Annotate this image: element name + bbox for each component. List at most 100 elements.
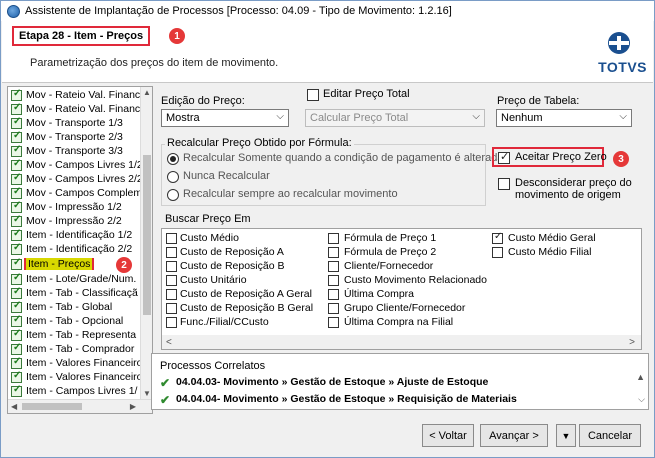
buscar-checkbox[interactable] (328, 261, 339, 272)
scroll-thumb[interactable] (143, 155, 151, 315)
check-icon (11, 117, 22, 129)
tree-horizontal-scrollbar[interactable]: ◀ ▶ (8, 399, 152, 413)
check-icon (11, 243, 22, 255)
related-item[interactable]: ✔ 04.04.03 - Movimento » Gestão de Estoq… (160, 376, 488, 390)
scroll-left-icon[interactable]: ◀ (11, 402, 17, 411)
scroll-thumb[interactable] (22, 403, 82, 410)
buscar-item-label: Cliente/Fornecedor (344, 260, 434, 272)
tree-item[interactable]: Item - Valores Financeiro (11, 357, 141, 369)
buscar-checkbox[interactable] (166, 275, 177, 286)
radio-recalcular-sempre-label: Recalcular sempre ao recalcular moviment… (183, 188, 398, 200)
cancel-button[interactable]: Cancelar (579, 424, 641, 447)
check-icon (11, 329, 22, 341)
tree-item[interactable]: Mov - Rateio Val. Financ (11, 103, 141, 115)
buscar-checkbox[interactable] (166, 261, 177, 272)
buscar-item-label: Última Compra (344, 288, 415, 300)
desconsiderar-checkbox[interactable] (498, 178, 510, 190)
buscar-item-label: Custo Movimento Relacionado (344, 274, 487, 286)
editar-total-checkbox[interactable] (307, 89, 319, 101)
buscar-checkbox[interactable] (166, 247, 177, 258)
tree-item[interactable]: Item - Lote/Grade/Num. (11, 273, 141, 285)
tree-item[interactable]: Item - Campos Livres 1/ (11, 385, 141, 397)
tree-item[interactable]: Mov - Transporte 1/3 (11, 117, 141, 129)
tree-item[interactable]: Item - Valores Financeiro (11, 371, 141, 383)
check-icon (11, 89, 22, 101)
aceitar-preco-zero-checkbox[interactable] (498, 150, 510, 164)
buscar-checkbox[interactable] (328, 317, 339, 328)
buscar-checkbox[interactable] (328, 275, 339, 286)
chevron-down-icon: ⌵ (619, 111, 627, 122)
editar-total-label: Editar Preço Total (323, 88, 410, 100)
scroll-up-icon[interactable]: ▲ (636, 372, 645, 382)
tree-item[interactable]: Item - Identificação 1/2 (11, 229, 141, 241)
next-button[interactable]: Avançar > (480, 424, 548, 447)
buscar-checkbox[interactable] (328, 233, 339, 244)
radio-recalcular-condicao[interactable] (167, 153, 179, 165)
options-dropdown-button[interactable]: ▼ (556, 424, 576, 447)
tree-item[interactable]: Mov - Rateio Val. Financ (11, 89, 141, 101)
edicao-label: Edição do Preço: (161, 95, 245, 107)
buscar-checkbox[interactable] (166, 317, 177, 328)
check-icon (11, 173, 22, 185)
radio-nunca-recalcular[interactable] (167, 171, 179, 183)
check-icon (11, 201, 22, 213)
tree-item[interactable]: Mov - Impressão 1/2 (11, 201, 141, 213)
check-icon (11, 273, 22, 285)
buscar-horizontal-scrollbar[interactable]: < > (162, 335, 641, 349)
buscar-item-label: Custo de Reposição B (180, 260, 285, 272)
step-subtitle: Parametrização dos preços do item de mov… (30, 57, 279, 69)
tree-item[interactable]: Mov - Impressão 2/2 (11, 215, 141, 227)
tree-item[interactable]: Mov - Transporte 3/3 (11, 145, 141, 157)
scroll-right-icon[interactable]: ▶ (130, 402, 136, 411)
related-item[interactable]: ✔ 04.04.04 - Movimento » Gestão de Estoq… (160, 393, 517, 407)
buscar-item-label: Custo Unitário (180, 274, 247, 286)
edicao-select[interactable]: Mostra ⌵ (161, 109, 289, 127)
tree-item[interactable]: Mov - Campos Compleme (11, 187, 141, 199)
buscar-checkbox[interactable] (492, 247, 503, 258)
preco-tabela-select[interactable]: Nenhum ⌵ (496, 109, 632, 127)
buscar-item-label: Func./Filial/CCusto (180, 316, 269, 328)
tree-item[interactable]: Mov - Campos Livres 2/2 (11, 173, 141, 185)
tree-item[interactable]: Mov - Transporte 2/3 (11, 131, 141, 143)
buscar-preco-list: Custo Médio Custo de Reposição A Custo d… (161, 228, 642, 350)
buscar-item-label: Custo de Reposição A (180, 246, 284, 258)
radio-nunca-recalcular-label: Nunca Recalcular (183, 170, 270, 182)
tree-item[interactable]: Mov - Campos Livres 1/2 (11, 159, 141, 171)
radio-recalcular-sempre[interactable] (167, 189, 179, 201)
buscar-checkbox-checked[interactable] (492, 231, 503, 244)
buscar-item-label: Fórmula de Preço 1 (344, 232, 437, 244)
buscar-checkbox[interactable] (166, 289, 177, 300)
buscar-checkbox[interactable] (328, 247, 339, 258)
tree-item[interactable]: Item - Tab - Opcional (11, 315, 141, 327)
back-button[interactable]: < Voltar (422, 424, 474, 447)
tree-item[interactable]: Item - Tab - Comprador (11, 343, 141, 355)
buscar-checkbox[interactable] (328, 303, 339, 314)
checkmark-icon: ✔ (160, 393, 171, 407)
radio-recalcular-condicao-label: Recalcular Somente quando a condição de … (183, 152, 504, 164)
recalcular-group-title: Recalcular Preço Obtido por Fórmula: (165, 137, 354, 149)
scroll-down-icon[interactable]: ⌵ (638, 394, 645, 405)
tree-item[interactable]: Item - Identificação 2/2 (11, 243, 141, 255)
check-icon (11, 258, 22, 270)
check-icon (11, 103, 22, 115)
scroll-up-icon[interactable]: ▲ (143, 88, 151, 97)
totvs-logo-text: TOTVS (598, 59, 647, 75)
steps-tree[interactable]: Mov - Rateio Val. Financ Mov - Rateio Va… (7, 86, 153, 414)
check-icon (11, 371, 22, 383)
buscar-checkbox[interactable] (166, 303, 177, 314)
scroll-down-icon[interactable]: ▼ (143, 389, 151, 398)
buscar-item-label: Grupo Cliente/Fornecedor (344, 302, 466, 314)
title-bar: Assistente de Implantação de Processos [… (1, 1, 654, 21)
buscar-checkbox[interactable] (166, 233, 177, 244)
check-icon (11, 357, 22, 369)
scroll-left-icon[interactable]: < (166, 337, 172, 348)
tree-item[interactable]: Item - Tab - Classificaçã (11, 287, 141, 299)
check-icon (11, 385, 22, 397)
buscar-item-label: Custo de Reposição B Geral (180, 302, 314, 314)
scroll-right-icon[interactable]: > (629, 337, 635, 348)
calcular-select[interactable]: Calcular Preço Total ⌵ (305, 109, 485, 127)
check-icon (11, 301, 22, 313)
tree-item[interactable]: Item - Tab - Representa (11, 329, 141, 341)
buscar-checkbox[interactable] (328, 289, 339, 300)
tree-item[interactable]: Item - Tab - Global (11, 301, 141, 313)
